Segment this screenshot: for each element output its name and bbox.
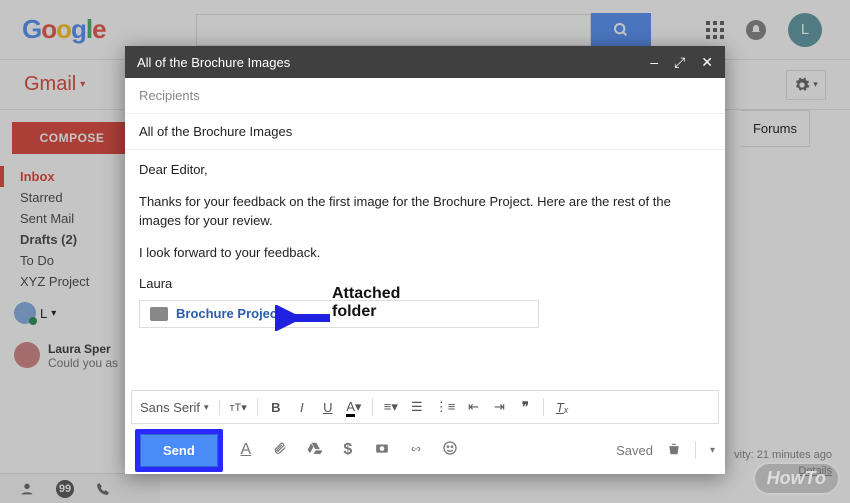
body-para2: I look forward to your feedback. xyxy=(139,243,711,263)
attachment-name: Brochure Project xyxy=(176,304,281,324)
contact-snippet: Could you as xyxy=(48,356,118,370)
body-signature: Laura xyxy=(139,274,711,294)
indent-less-button[interactable]: ⇤ xyxy=(465,399,481,415)
dropdown-icon: ▾ xyxy=(204,402,209,413)
attach-file-icon[interactable] xyxy=(271,440,289,461)
format-toolbar: Sans Serif ▾ тT▾ B I U A▾ ≡▾ ☰ ⋮≡ ⇤ ⇥ ❞ … xyxy=(131,390,719,424)
format-toggle-button[interactable]: A xyxy=(237,441,255,459)
close-icon[interactable]: ✕ xyxy=(701,54,713,71)
dropdown-icon: ▾ xyxy=(51,308,56,319)
phone-icon[interactable] xyxy=(94,480,112,498)
compose-send-row: Send A $ Saved ▾ xyxy=(125,426,725,474)
hangouts-bar: 99 xyxy=(0,473,160,503)
recipients-field[interactable]: Recipients xyxy=(125,78,725,114)
minimize-icon[interactable]: – xyxy=(650,54,658,71)
emoji-icon[interactable] xyxy=(441,440,459,461)
dropdown-icon: ▾ xyxy=(813,79,818,90)
annotation-label: Attached folder xyxy=(332,285,400,321)
more-options-icon[interactable]: ▾ xyxy=(710,445,715,456)
contact-name: Laura Sper xyxy=(48,342,118,356)
money-icon[interactable]: $ xyxy=(339,441,357,459)
align-button[interactable]: ≡▾ xyxy=(383,399,399,415)
search-button[interactable] xyxy=(591,13,651,47)
watermark: HowTo xyxy=(753,462,840,495)
settings-button[interactable]: ▾ xyxy=(786,70,826,100)
notifications-icon[interactable] xyxy=(746,20,766,40)
compose-button[interactable]: COMPOSE xyxy=(12,122,132,154)
search-icon xyxy=(613,22,629,38)
annotation-arrow-icon xyxy=(275,305,335,331)
remove-format-button[interactable]: Tₓ xyxy=(554,400,570,415)
drive-icon[interactable] xyxy=(305,441,323,460)
person-icon[interactable] xyxy=(18,480,36,498)
photo-icon[interactable] xyxy=(373,441,391,460)
link-icon[interactable] xyxy=(407,441,425,459)
compose-body[interactable]: Dear Editor, Thanks for your feedback on… xyxy=(125,150,725,388)
gmail-logo[interactable]: Gmail ▾ xyxy=(24,73,85,96)
contact-avatar xyxy=(14,342,40,368)
font-family-select[interactable]: Sans Serif xyxy=(140,400,200,415)
presence-icon xyxy=(14,302,36,324)
compose-title: All of the Brochure Images xyxy=(137,55,290,70)
underline-button[interactable]: U xyxy=(320,400,336,415)
numbered-list-button[interactable]: ☰ xyxy=(409,399,425,415)
hangouts-icon[interactable]: 99 xyxy=(56,480,74,498)
subject-field[interactable]: All of the Brochure Images xyxy=(125,114,725,150)
italic-button[interactable]: I xyxy=(294,400,310,415)
google-logo: Google xyxy=(22,14,106,45)
body-para1: Thanks for your feedback on the first im… xyxy=(139,192,711,231)
indent-more-button[interactable]: ⇥ xyxy=(491,399,507,415)
expand-icon[interactable]: ⤢ xyxy=(674,54,685,71)
quote-button[interactable]: ❞ xyxy=(517,399,533,415)
font-size-button[interactable]: тT▾ xyxy=(230,401,247,414)
tab-forums[interactable]: Forums xyxy=(741,110,810,147)
folder-icon xyxy=(150,307,168,321)
send-highlight: Send xyxy=(135,429,223,472)
send-button[interactable]: Send xyxy=(140,434,218,467)
compose-titlebar[interactable]: All of the Brochure Images – ⤢ ✕ xyxy=(125,46,725,78)
compose-window: All of the Brochure Images – ⤢ ✕ Recipie… xyxy=(125,46,725,474)
search-input[interactable] xyxy=(196,14,591,46)
bulleted-list-button[interactable]: ⋮≡ xyxy=(435,399,456,415)
saved-label: Saved xyxy=(616,443,653,458)
body-greeting: Dear Editor, xyxy=(139,160,711,180)
text-color-button[interactable]: A▾ xyxy=(346,399,362,415)
dropdown-icon: ▾ xyxy=(80,79,85,90)
gear-icon xyxy=(794,77,810,93)
discard-icon[interactable] xyxy=(667,441,681,460)
bold-button[interactable]: B xyxy=(268,400,284,415)
user-avatar[interactable]: L xyxy=(788,13,822,47)
apps-icon[interactable] xyxy=(706,21,724,39)
